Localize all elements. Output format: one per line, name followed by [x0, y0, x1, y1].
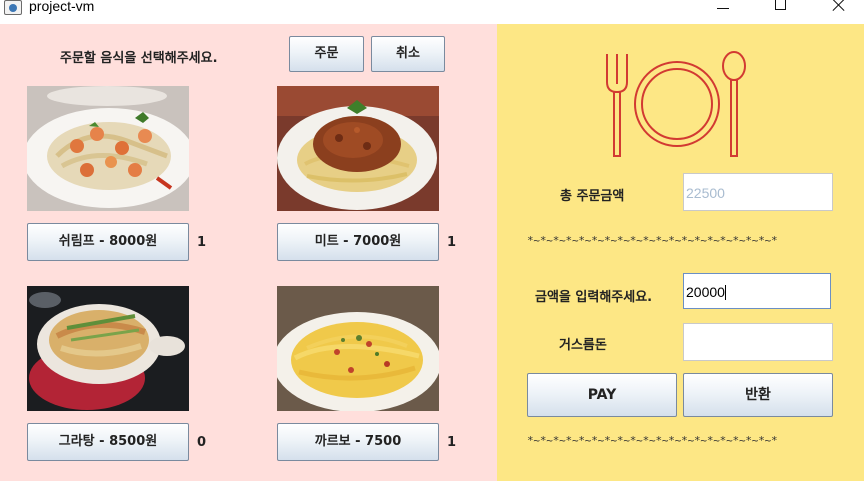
window-title: project-vm	[29, 0, 95, 14]
text-caret	[724, 285, 726, 300]
divider-bottom: *~*~*~*~*~*~*~*~*~*~*~*~*~*~*~*~*~*~*~*	[527, 434, 778, 447]
order-prompt-label: 주문할 음식을 선택해주세요.	[60, 51, 218, 66]
total-label: 총 주문금액	[560, 189, 625, 204]
return-button[interactable]: 반환	[683, 373, 833, 417]
shrimp-pasta-image	[27, 86, 189, 211]
total-amount-field: 22500	[683, 173, 833, 211]
gratin-count: 0	[197, 435, 207, 450]
close-button[interactable]	[816, 0, 862, 18]
carbonara-button[interactable]: 까르보 - 7500	[277, 423, 439, 461]
pay-button[interactable]: PAY	[527, 373, 677, 417]
payment-panel: 총 주문금액 22500 *~*~*~*~*~*~*~*~*~*~*~*~*~*…	[497, 24, 864, 481]
meat-button[interactable]: 미트 - 7000원	[277, 223, 439, 261]
gratin-image	[27, 286, 189, 411]
change-label: 거스름돈	[559, 338, 607, 353]
minimize-button[interactable]	[700, 0, 746, 18]
title-bar: project-vm	[0, 0, 864, 24]
maximize-icon	[774, 0, 786, 10]
carbonara-count: 1	[447, 435, 457, 450]
amount-label: 금액을 입력해주세요.	[535, 290, 653, 305]
carbonara-image	[277, 286, 439, 411]
gratin-button[interactable]: 그라탕 - 8500원	[27, 423, 189, 461]
order-button[interactable]: 주문	[289, 36, 364, 72]
minimize-icon	[717, 8, 729, 9]
java-app-icon	[4, 0, 22, 15]
meat-count: 1	[447, 235, 457, 250]
meat-pasta-image	[277, 86, 439, 211]
shrimp-button[interactable]: 쉬림프 - 8000원	[27, 223, 189, 261]
amount-input-value: 20000	[686, 284, 725, 300]
amount-input[interactable]: 20000	[683, 273, 831, 309]
maximize-button[interactable]	[757, 0, 803, 18]
cancel-button[interactable]: 취소	[371, 36, 445, 72]
divider-top: *~*~*~*~*~*~*~*~*~*~*~*~*~*~*~*~*~*~*~*	[527, 234, 778, 247]
close-icon	[832, 0, 846, 12]
cutlery-icon	[606, 51, 746, 157]
menu-panel: 주문할 음식을 선택해주세요. 주문 취소 쉬림프 - 8000원 1 미트 -…	[0, 24, 497, 481]
change-field	[683, 323, 833, 361]
shrimp-count: 1	[197, 235, 207, 250]
